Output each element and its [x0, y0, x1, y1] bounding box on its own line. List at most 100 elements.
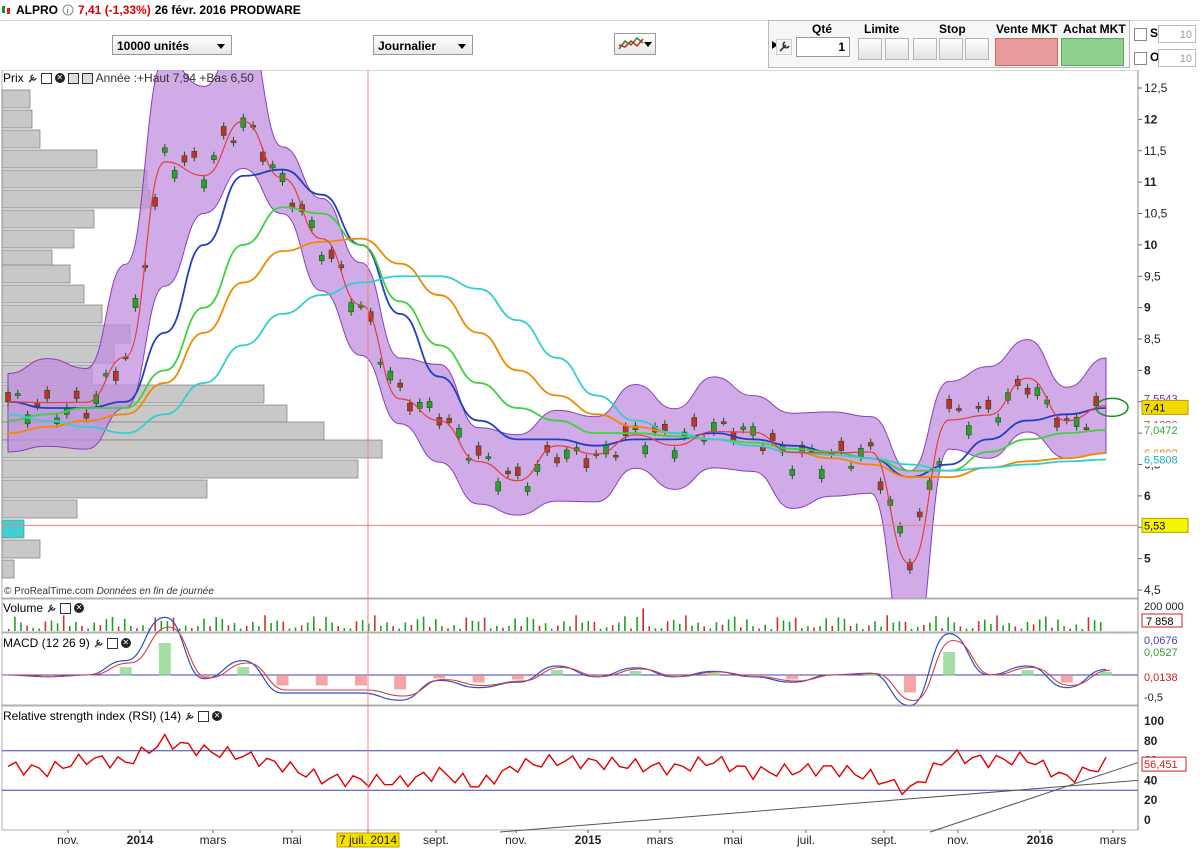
candle-body — [132, 298, 139, 308]
volume-bar — [294, 627, 297, 631]
panel-down-icon[interactable] — [81, 72, 93, 84]
volume-bar — [435, 619, 437, 631]
candle-body — [946, 398, 952, 409]
volume-bar — [764, 624, 766, 631]
panel-up-icon[interactable] — [67, 72, 79, 84]
volume-bar — [489, 628, 492, 631]
sell-market-button[interactable] — [995, 38, 1058, 66]
macd-histogram-bar — [629, 671, 642, 676]
volume-bar — [752, 626, 754, 631]
x-tick-label: sept. — [423, 833, 449, 847]
volume-bar — [843, 618, 846, 631]
wrench-icon[interactable] — [776, 39, 792, 55]
buy-market-button[interactable] — [1061, 38, 1124, 66]
volume-bar — [233, 622, 236, 631]
wrench-icon[interactable] — [184, 711, 195, 722]
market-name: PRODWARE — [230, 3, 301, 17]
volume-bar — [215, 616, 217, 631]
qty-input[interactable]: 1 — [796, 37, 850, 57]
rsi-tick-label: 40 — [1144, 773, 1158, 787]
close-icon[interactable]: ✕ — [54, 73, 65, 83]
s-input[interactable]: 10 — [1158, 25, 1196, 43]
s-label: S — [1150, 26, 1159, 40]
volume-bar — [1002, 625, 1004, 631]
close-icon[interactable]: ✕ — [212, 711, 223, 721]
volume-panel: 200 000 7 858 — [1, 598, 1184, 633]
candle-body — [426, 401, 433, 408]
volume-bar — [136, 628, 138, 631]
period-select[interactable]: Journalier — [373, 35, 473, 55]
volume-bar — [788, 621, 791, 631]
volume-bar — [227, 625, 230, 631]
price-panel: 12,51211,51110,5109,598,587,576,565,554,… — [1, 70, 1189, 672]
volume-bar — [862, 628, 864, 631]
volume-bar — [62, 615, 65, 631]
volume-bar — [99, 625, 102, 631]
volume-bar — [38, 628, 41, 631]
volume-bar — [386, 622, 388, 631]
o-checkbox[interactable] — [1134, 52, 1147, 65]
volume-bar — [142, 625, 144, 631]
candle-body — [495, 481, 501, 492]
wrench-icon[interactable] — [46, 603, 57, 614]
maximize-icon[interactable] — [106, 637, 118, 649]
volume-bar — [1051, 627, 1053, 631]
maximize-icon[interactable] — [40, 72, 52, 84]
candle-body — [456, 427, 462, 438]
macd-histogram-bar — [511, 675, 524, 680]
candle-body — [662, 424, 668, 432]
limit-sell-button[interactable] — [885, 38, 909, 60]
macd-histogram-bar — [747, 675, 760, 677]
candle-body — [230, 140, 237, 144]
volume-bar — [660, 628, 663, 631]
rsi-panel-header: Relative strength index (RSI) (14) ✕ — [3, 709, 223, 723]
macd-histogram-bar — [1100, 671, 1112, 676]
x-tick-label: nov. — [57, 833, 79, 847]
wrench-icon[interactable] — [93, 638, 104, 649]
units-select[interactable]: 10000 unités — [112, 35, 232, 55]
volume-bar — [569, 626, 571, 631]
stop-label: Stop — [939, 22, 966, 36]
candle-body — [642, 445, 648, 455]
stop-sell-button[interactable] — [939, 38, 963, 60]
price-label: 5,53 — [1144, 520, 1165, 532]
volume-bar — [593, 621, 596, 631]
close-icon[interactable]: ✕ — [120, 638, 131, 648]
volume-bar — [1093, 620, 1096, 631]
macd-panel-title: MACD (12 26 9) — [3, 636, 90, 650]
price-tick-label: 12,5 — [1144, 81, 1168, 95]
candle-body — [916, 511, 923, 518]
volume-bar — [825, 618, 827, 631]
maximize-icon[interactable] — [60, 602, 72, 614]
stop-buy-button[interactable] — [913, 38, 937, 60]
candle-body — [583, 458, 590, 468]
volume-bar — [886, 615, 888, 631]
macd-histogram-bar — [237, 667, 250, 676]
volume-bar — [996, 615, 998, 631]
candle-body — [240, 117, 247, 128]
o-input[interactable]: 10 — [1158, 49, 1196, 67]
volume-bar — [477, 621, 480, 631]
volume-bar — [288, 628, 291, 631]
maximize-icon[interactable] — [198, 710, 210, 722]
candle-body — [475, 445, 482, 456]
macd-tick-label: 0,0138 — [1144, 672, 1178, 684]
volume-bar — [679, 623, 681, 631]
volume-bar — [197, 626, 199, 631]
candle-body — [318, 255, 325, 261]
s-checkbox[interactable] — [1134, 28, 1147, 41]
macd-histogram-bar — [943, 652, 956, 676]
chart-area[interactable]: 12,51211,51110,5109,598,587,576,565,554,… — [0, 70, 1200, 848]
candle-body — [191, 151, 198, 158]
close-icon[interactable]: ✕ — [74, 603, 85, 613]
volume-profile-bar — [1, 229, 75, 249]
wrench-icon[interactable] — [27, 73, 38, 84]
info-icon[interactable]: i — [62, 4, 74, 16]
volume-bar — [538, 625, 541, 631]
limit-buy-button[interactable] — [858, 38, 882, 60]
volume-bar — [868, 625, 870, 631]
chart-type-button[interactable] — [614, 33, 656, 55]
volume-bar — [971, 628, 974, 631]
stop-extra-button[interactable] — [965, 38, 989, 60]
volume-bar — [624, 616, 626, 631]
